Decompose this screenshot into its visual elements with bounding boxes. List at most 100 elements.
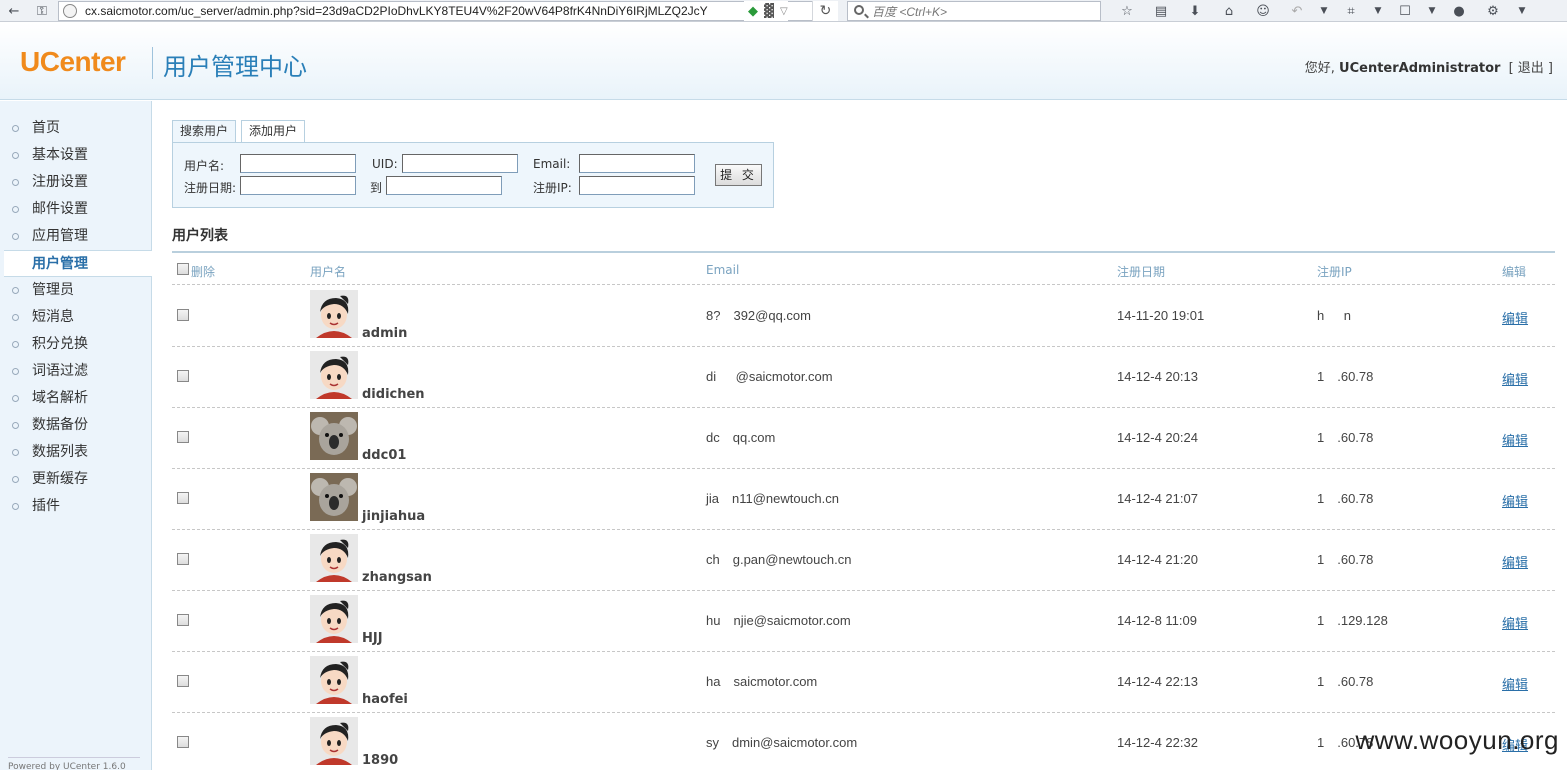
regdate-text: 14-12-4 22:32 — [1117, 735, 1198, 750]
cartoon-avatar[interactable] — [310, 595, 358, 643]
username-text[interactable]: zhangsan — [362, 570, 432, 585]
cartoon-avatar[interactable] — [310, 656, 358, 704]
username-input[interactable] — [240, 154, 356, 173]
edit-link[interactable]: 编辑 — [1502, 430, 1528, 449]
cartoon-avatar[interactable] — [310, 534, 358, 582]
row-checkbox[interactable] — [177, 309, 189, 321]
home-icon[interactable]: ⌂ — [1212, 0, 1246, 22]
regip-input[interactable] — [579, 176, 695, 195]
submit-button[interactable]: 提 交 — [715, 164, 762, 186]
sidebar-item[interactable]: 词语过滤 — [0, 358, 151, 385]
dropdown-icon[interactable]: ▼ — [1314, 0, 1334, 22]
refresh-icon[interactable]: ↻ — [812, 1, 838, 21]
col-regip: 注册IP — [1317, 265, 1352, 279]
regdate-text: 14-11-20 19:01 — [1117, 308, 1205, 323]
sidebar-item-label: 积分兑换 — [32, 336, 88, 352]
row-checkbox[interactable] — [177, 370, 189, 382]
row-checkbox[interactable] — [177, 431, 189, 443]
edit-link[interactable]: 编辑 — [1502, 308, 1528, 327]
search-icon — [854, 5, 864, 15]
back-icon[interactable]: ← — [2, 0, 26, 22]
sidebar-item[interactable]: 数据备份 — [0, 412, 151, 439]
cartoon-avatar[interactable] — [310, 351, 358, 399]
select-all-checkbox[interactable] — [177, 263, 189, 275]
sidebar-item[interactable]: 用户管理 — [4, 250, 152, 277]
extension-icon[interactable]: ⚙ — [1476, 0, 1510, 22]
dropdown-icon[interactable]: ▼ — [1422, 0, 1442, 22]
edit-link[interactable]: 编辑 — [1502, 674, 1528, 693]
sidebar-item[interactable]: 邮件设置 — [0, 196, 151, 223]
sidebar-item[interactable]: 更新缓存 — [0, 466, 151, 493]
admin-name: UCenterAdministrator — [1339, 61, 1501, 76]
edit-link[interactable]: 编辑 — [1502, 613, 1528, 632]
koala-avatar[interactable] — [310, 412, 358, 460]
row-checkbox[interactable] — [177, 492, 189, 504]
regdate-start-input[interactable] — [240, 176, 356, 195]
username-text[interactable]: 1890 — [362, 753, 398, 768]
col-delete: 删除 — [191, 265, 216, 279]
search-tabs: 搜索用户 添加用户 — [172, 120, 306, 143]
key-icon[interactable]: ⚿ — [30, 0, 54, 22]
username-text[interactable]: admin — [362, 326, 407, 341]
page-icon[interactable]: ☐ — [1388, 0, 1422, 22]
username-text[interactable]: didichen — [362, 387, 425, 402]
uid-input[interactable] — [402, 154, 518, 173]
row-checkbox[interactable] — [177, 736, 189, 748]
sidebar-item[interactable]: 数据列表 — [0, 439, 151, 466]
koala-avatar[interactable] — [310, 473, 358, 521]
sidebar-item[interactable]: 积分兑换 — [0, 331, 151, 358]
undo-icon[interactable]: ↶ — [1280, 0, 1314, 22]
sidebar-item[interactable]: 短消息 — [0, 304, 151, 331]
chat-icon[interactable]: ● — [1442, 0, 1476, 22]
star-icon[interactable]: ☆ — [1110, 0, 1144, 22]
sidebar-item[interactable]: 管理员 — [0, 277, 151, 304]
row-checkbox[interactable] — [177, 675, 189, 687]
smiley-icon[interactable]: ☺ — [1246, 0, 1280, 22]
sidebar-item[interactable]: 首页 — [0, 115, 151, 142]
edit-link[interactable]: 编辑 — [1502, 552, 1528, 571]
cartoon-avatar[interactable] — [310, 290, 358, 338]
browser-search-input[interactable]: 百度 <Ctrl+K> — [847, 1, 1101, 21]
bullet-icon — [12, 449, 19, 456]
sidebar-item-label: 更新缓存 — [32, 471, 88, 487]
ucenter-logo[interactable]: UCenter — [20, 46, 126, 78]
crop-icon[interactable]: ⌗ — [1334, 0, 1368, 22]
download-icon[interactable]: ⬇ — [1178, 0, 1212, 22]
edit-link[interactable]: 编辑 — [1502, 369, 1528, 388]
edit-link[interactable]: 编辑 — [1502, 491, 1528, 510]
email-text: jia n11@newtouch.cn — [706, 491, 839, 506]
sidebar-item-label: 短消息 — [32, 309, 74, 325]
bullet-icon — [12, 341, 19, 348]
qr-code-icon[interactable]: ▓ — [764, 4, 774, 19]
logout-link[interactable]: [ 退出 ] — [1509, 61, 1553, 76]
dropdown-arrow-icon[interactable]: ▽ — [780, 6, 788, 17]
regip-text: 1 .60.78 — [1317, 491, 1374, 506]
dropdown-icon[interactable]: ▼ — [1368, 0, 1388, 22]
sidebar-item[interactable]: 基本设置 — [0, 142, 151, 169]
sidebar-item[interactable]: 域名解析 — [0, 385, 151, 412]
tab-add-user[interactable]: 添加用户 — [241, 120, 306, 143]
email-text: hu njie@saicmotor.com — [706, 613, 851, 628]
clipboard-icon[interactable]: ▤ — [1144, 0, 1178, 22]
uid-label: UID: — [372, 157, 398, 171]
bullet-icon — [12, 233, 19, 240]
username-text[interactable]: HJJ — [362, 631, 383, 646]
cartoon-avatar[interactable] — [310, 717, 358, 765]
username-text[interactable]: haofei — [362, 692, 408, 707]
sidebar-item[interactable]: 应用管理 — [0, 223, 151, 250]
menu-dropdown-icon[interactable]: ▼ — [1510, 0, 1534, 22]
tab-search-user[interactable]: 搜索用户 — [172, 120, 237, 143]
email-input[interactable] — [579, 154, 695, 173]
sidebar-item-label: 应用管理 — [32, 228, 88, 244]
username-text[interactable]: jinjiahua — [362, 509, 425, 524]
regdate-label: 注册日期: — [184, 181, 237, 195]
shield-icon[interactable]: ◆ — [748, 4, 758, 19]
sidebar-nav: 首页 基本设置 注册设置 邮件设置应用管理用户管理 管理员短消息积分兑换词语过滤 域名解析… — [0, 101, 152, 520]
address-bar[interactable]: cx.saicmotor.com/uc_server/admin.php?sid… — [58, 1, 838, 21]
regdate-end-input[interactable] — [386, 176, 502, 195]
row-checkbox[interactable] — [177, 553, 189, 565]
sidebar-item[interactable]: 插件 — [0, 493, 151, 520]
row-checkbox[interactable] — [177, 614, 189, 626]
username-text[interactable]: ddc01 — [362, 448, 406, 463]
sidebar-item[interactable]: 注册设置 — [0, 169, 151, 196]
